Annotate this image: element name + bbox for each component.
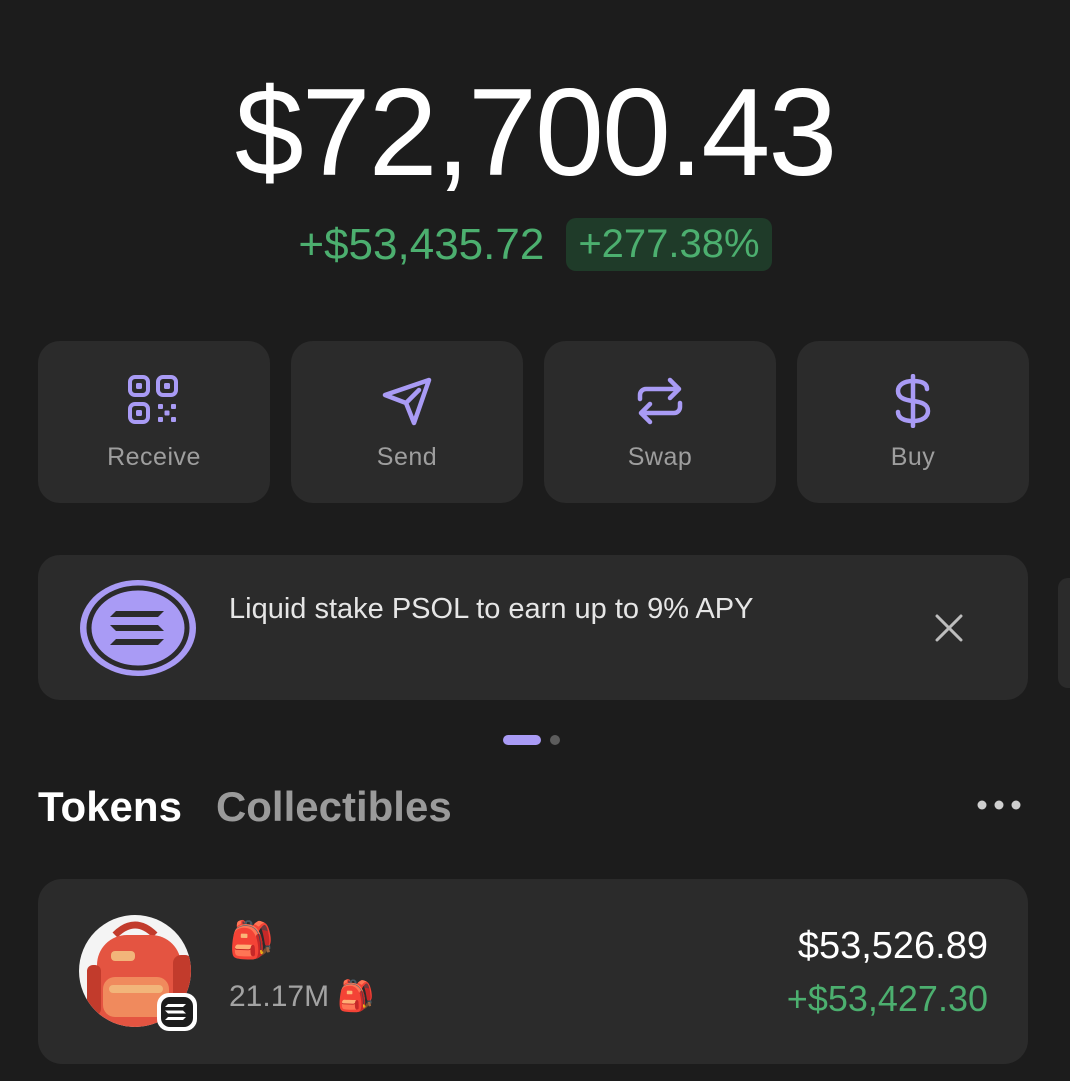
balance-change-amount: +$53,435.72 (298, 219, 545, 269)
token-value: $53,526.89 (797, 925, 988, 967)
tab-collectibles[interactable]: Collectibles (216, 783, 452, 831)
carousel-indicator (503, 735, 560, 745)
quick-actions: Receive Send Swap Buy (38, 341, 1029, 503)
paper-plane-icon (379, 375, 435, 427)
token-pnl: +$53,427.30 (786, 978, 988, 1019)
dollar-icon (888, 374, 938, 428)
asset-tabs: Tokens Collectibles (38, 783, 452, 831)
carousel-dot-active (503, 735, 541, 745)
tab-tokens[interactable]: Tokens (38, 783, 182, 831)
buy-button[interactable]: Buy (797, 341, 1029, 503)
solana-badge-icon (157, 993, 197, 1031)
promo-text: Liquid stake PSOL to earn up to 9% APY (229, 593, 754, 625)
buy-label: Buy (890, 443, 936, 471)
swap-button[interactable]: Swap (544, 341, 776, 503)
receive-label: Receive (107, 443, 201, 471)
send-label: Send (376, 443, 438, 471)
token-amount: 21.17M 🎒 (229, 980, 375, 1013)
swap-label: Swap (627, 443, 693, 471)
carousel-dot[interactable] (550, 735, 560, 745)
token-avatar (75, 915, 199, 1036)
qr-code-icon (124, 375, 184, 427)
swap-arrows-icon (630, 375, 690, 427)
send-button[interactable]: Send (291, 341, 523, 503)
solana-logo-icon (78, 578, 198, 683)
balance-change-row: +$53,435.72 +277.38% (0, 218, 1070, 271)
more-options-icon[interactable] (974, 797, 1024, 818)
next-promo-card-edge[interactable] (1058, 578, 1070, 688)
receive-button[interactable]: Receive (38, 341, 270, 503)
total-balance: $72,700.43 (234, 64, 838, 202)
close-icon[interactable] (934, 613, 964, 648)
balance-change-percent-badge: +277.38% (566, 218, 772, 271)
token-row[interactable]: 🎒 21.17M 🎒 $53,526.89 +$53,427.30 (38, 879, 1028, 1064)
wallet-home-screen: $72,700.43 +$53,435.72 +277.38% Receive … (0, 0, 1070, 1081)
token-symbol: 🎒 (229, 919, 274, 960)
promo-card[interactable]: Liquid stake PSOL to earn up to 9% APY (38, 555, 1028, 700)
